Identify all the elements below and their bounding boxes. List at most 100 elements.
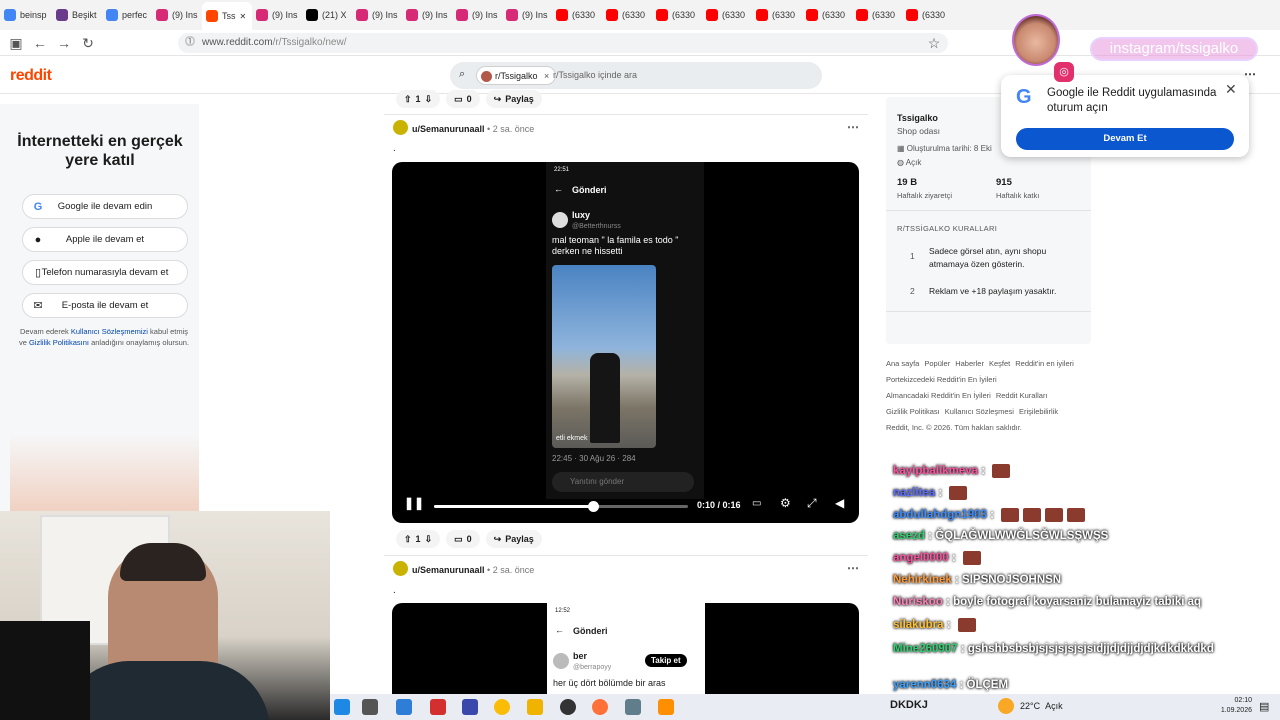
weather[interactable]: 22°C Açık xyxy=(1020,701,1063,711)
email-login-button[interactable]: ✉ E-posta ile devam et xyxy=(22,293,188,318)
downvote-icon[interactable]: ⇩ xyxy=(425,534,433,545)
opera-icon[interactable] xyxy=(430,699,446,715)
share-button[interactable]: ↪ Paylaş xyxy=(485,90,542,108)
search-input[interactable]: ⌕ r/Tssigalko × r/Tssigalko içinde ara xyxy=(450,62,822,89)
footer-link[interactable]: Keşfet xyxy=(989,356,1010,372)
apple-login-button[interactable]: ● Apple ile devam et xyxy=(22,227,188,252)
sidebar-toggle-icon[interactable]: ▣ xyxy=(8,35,24,51)
footer-link[interactable]: Almancadaki Reddit'in En İyileri xyxy=(886,388,991,404)
browser-tab[interactable]: (6330 xyxy=(652,3,702,27)
folder-icon[interactable] xyxy=(527,699,543,715)
edge-icon[interactable] xyxy=(334,699,350,715)
downvote-icon[interactable]: ⇩ xyxy=(425,94,433,105)
share-icon: ↪ xyxy=(493,93,502,104)
fullscreen-icon[interactable]: ⤢ xyxy=(807,496,817,511)
close-tab-icon[interactable]: ✕ xyxy=(240,12,247,21)
browser-tab[interactable]: (21) X xyxy=(302,3,352,27)
browser-tab[interactable]: (9) Ins xyxy=(152,3,202,27)
captions-icon[interactable]: ▭ xyxy=(752,498,761,509)
footer-link[interactable]: Reddit'in en iyileri xyxy=(1015,356,1074,372)
post-author[interactable]: u/Semanurunaall • 2 sa. önce xyxy=(412,565,534,575)
rule-text[interactable]: Sadece görsel atın, aynı shopu atmamaya … xyxy=(929,245,1079,271)
phone-login-button[interactable]: ▯ Telefon numarasıyla devam et xyxy=(22,260,188,285)
privacy-policy-link[interactable]: Gizlilik Politikasını xyxy=(29,338,89,347)
reload-icon[interactable]: ↻ xyxy=(80,35,96,51)
video-time: 0:10 / 0:16 xyxy=(697,500,741,510)
legal-text: Devam ederek Kullanıcı Sözleşmemizi kabu… xyxy=(18,326,190,348)
site-info-icon[interactable]: ⓵ xyxy=(185,33,195,53)
divider xyxy=(886,210,1091,211)
url-host: www.reddit.com xyxy=(202,37,273,48)
app-icon[interactable] xyxy=(462,699,478,715)
settings-gear-icon[interactable]: ⚙ xyxy=(780,496,791,510)
comments-button[interactable]: ▭ 0 xyxy=(446,90,480,108)
google-login-button[interactable]: G Google ile devam edin xyxy=(22,194,188,219)
footer-link[interactable]: Haberler xyxy=(955,356,984,372)
chip-close-icon[interactable]: × xyxy=(544,71,549,81)
browser-tab[interactable]: Tss ✕ xyxy=(202,2,252,30)
volume-icon[interactable]: ◀ xyxy=(835,496,844,510)
post-menu-icon[interactable]: ⋯ xyxy=(847,120,859,134)
footer-link[interactable]: Gizlilik Politikası xyxy=(886,404,940,420)
chat-username: angel0000 xyxy=(893,552,949,565)
footer-link[interactable]: Popüler xyxy=(924,356,950,372)
browser-tab[interactable]: Beşikt xyxy=(52,3,102,27)
upvote-icon[interactable]: ⇧ xyxy=(404,94,412,105)
app-icon[interactable] xyxy=(362,699,378,715)
browser-tab[interactable]: beinsp xyxy=(0,3,52,27)
browser-tab[interactable]: (6330 xyxy=(552,3,602,27)
app-icon[interactable] xyxy=(625,699,641,715)
firefox-icon[interactable] xyxy=(592,699,608,715)
browser-tab[interactable]: (6330 xyxy=(802,3,852,27)
browser-tab[interactable]: (6330 xyxy=(602,3,652,27)
footer-link[interactable]: Kullanıcı Sözleşmesi xyxy=(945,404,1014,420)
video-player[interactable]: 22:51 ← Gönderi luxy @Betterthnurss mal … xyxy=(392,162,859,523)
notification-icon[interactable]: ▤ xyxy=(1259,700,1269,713)
video-player[interactable]: 12:52 ← Gönderi ber @berrapoyy Takip et … xyxy=(392,603,859,703)
video-seekbar[interactable] xyxy=(434,501,688,512)
obs-icon[interactable] xyxy=(560,699,576,715)
chat-separator: : xyxy=(951,574,963,586)
back-icon[interactable]: ← xyxy=(32,35,48,51)
chrome-icon[interactable] xyxy=(494,699,510,715)
author-avatar[interactable] xyxy=(393,561,408,576)
browser-tab[interactable]: (9) Ins xyxy=(452,3,502,27)
post-menu-icon[interactable]: ⋯ xyxy=(847,561,859,575)
rule-text[interactable]: Reklam ve +18 paylaşım yasaktır. xyxy=(929,286,1079,296)
author-avatar[interactable] xyxy=(393,120,408,135)
vlc-icon[interactable] xyxy=(658,699,674,715)
browser-tab[interactable]: (9) Ins xyxy=(402,3,452,27)
continue-button[interactable]: Devam Et xyxy=(1016,128,1234,150)
subreddit-chip[interactable]: r/Tssigalko × xyxy=(476,66,557,85)
clock[interactable]: 02:10 1.09.2026 xyxy=(1212,696,1252,716)
url-field[interactable]: ⓵ www.reddit.com/r/Tssigalko/new/ xyxy=(178,33,948,53)
browser-tab[interactable]: (6330 xyxy=(702,3,752,27)
streamer-hair xyxy=(120,543,206,581)
reddit-logo[interactable]: reddit xyxy=(10,67,52,85)
browser-tab[interactable]: (6330 xyxy=(852,3,902,27)
browser-tab[interactable]: (6330 xyxy=(752,3,802,27)
footer-link[interactable]: Ana sayfa xyxy=(886,356,919,372)
post1-actions: ⇧ 1 ⇩ ▭ 0 ↪ Paylaş xyxy=(396,530,542,548)
browser-tab[interactable]: (9) Ins xyxy=(252,3,302,27)
comments-button[interactable]: ▭ 0 xyxy=(446,530,480,548)
pause-icon[interactable]: ❚❚ xyxy=(404,496,424,510)
footer-link[interactable]: Reddit Kuralları xyxy=(996,388,1048,404)
user-agreement-link[interactable]: Kullanıcı Sözleşmemizi xyxy=(71,327,148,336)
forward-icon[interactable]: → xyxy=(56,35,72,51)
comment-icon: ▭ xyxy=(454,533,463,544)
close-icon[interactable]: ✕ xyxy=(1225,81,1237,98)
footer-link[interactable]: Erişilebilirlik xyxy=(1019,404,1058,420)
browser-tab[interactable]: (9) Ins xyxy=(352,3,402,27)
bookmark-star-icon[interactable]: ☆ xyxy=(926,35,942,51)
browser-tab[interactable]: perfec xyxy=(102,3,152,27)
seek-handle[interactable] xyxy=(587,501,599,512)
upvote-icon[interactable]: ⇧ xyxy=(404,534,412,545)
footer-link[interactable]: Portekizcedeki Reddit'in En İyileri xyxy=(886,372,997,388)
browser-tab[interactable]: (6330 xyxy=(902,3,952,27)
app-icon[interactable] xyxy=(396,699,412,715)
browser-tab[interactable]: (9) Ins xyxy=(502,3,552,27)
streamer-shirt xyxy=(60,661,270,720)
post-author[interactable]: u/Semanurunaall • 2 sa. önce xyxy=(412,124,534,134)
share-button[interactable]: ↪ Paylaş xyxy=(485,530,542,548)
